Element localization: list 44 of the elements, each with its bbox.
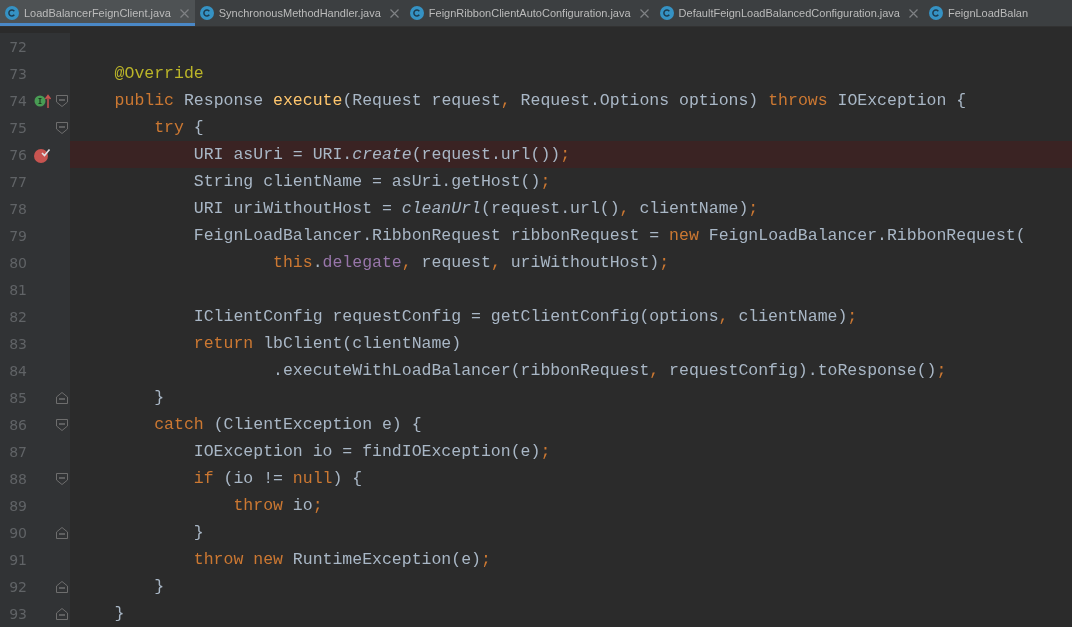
code-line: }: [153, 577, 165, 596]
breakpoint-icon: [34, 146, 52, 163]
class-icon: [5, 6, 19, 20]
code-line: IOException io = findIOException(e);: [192, 442, 551, 461]
implements-marker-icon: [34, 92, 52, 109]
editor-tab[interactable]: LoadBalancerFeignClient.java: [0, 0, 195, 26]
code-line: FeignLoadBalancer.RibbonRequest ribbonRequest = new FeignLoadBalancer.RibbonRequest(: [192, 226, 1026, 245]
code-line: }: [192, 523, 204, 542]
unfold-icon[interactable]: [56, 526, 68, 539]
code-line: IClientConfig requestConfig = getClientConfig(options, clientName);: [192, 307, 858, 326]
class-icon: [199, 6, 214, 20]
unfold-icon[interactable]: [56, 391, 68, 404]
code-line: public Response execute(Request request, Request.Options options) throws IOException {: [113, 91, 967, 110]
fold-icon[interactable]: [56, 472, 68, 485]
close-icon: [179, 8, 189, 18]
code-line: throw io;: [232, 496, 323, 515]
fold-icon[interactable]: [56, 94, 68, 107]
class-icon: [409, 6, 424, 20]
close-icon: [909, 8, 918, 18]
fold-icon[interactable]: [56, 121, 68, 134]
code-line: if (io != null) {: [192, 469, 363, 488]
code-line: String clientName = asUri.getHost();: [192, 172, 551, 191]
close-icon: [639, 8, 649, 18]
editor-tab[interactable]: FeignRibbonClientAutoConfiguration.java: [404, 0, 655, 26]
editor-tab[interactable]: DefaultFeignLoadBalancedConfiguration.java: [654, 0, 924, 26]
code-line: URI asUri = URI.create(request.url());: [192, 145, 571, 164]
code-line: URI uriWithoutHost = cleanUrl(request.url(), clientName);: [192, 199, 759, 218]
editor-tab[interactable]: FeignLoadBalan: [924, 0, 1035, 26]
code-line: this.delegate, request, uriWithoutHost);: [272, 253, 670, 272]
unfold-icon[interactable]: [56, 607, 68, 620]
code-line: return lbClient(clientName): [192, 334, 462, 353]
code-line: }: [113, 604, 125, 623]
code-line: throw new RuntimeException(e);: [192, 550, 491, 569]
close-icon: [389, 8, 399, 18]
code-line: .executeWithLoadBalancer(ribbonRequest, requestConfig).toResponse();: [272, 361, 947, 380]
class-icon: [659, 6, 674, 20]
code-line: @Override: [113, 64, 204, 83]
unfold-icon[interactable]: [56, 580, 68, 593]
code-line: try {: [153, 118, 204, 137]
editor-tab[interactable]: SynchronousMethodHandler.java: [194, 0, 405, 26]
fold-icon[interactable]: [56, 418, 68, 431]
code-line: catch (ClientException e) {: [153, 415, 422, 434]
class-icon: [929, 6, 943, 20]
code-line: }: [153, 388, 165, 407]
